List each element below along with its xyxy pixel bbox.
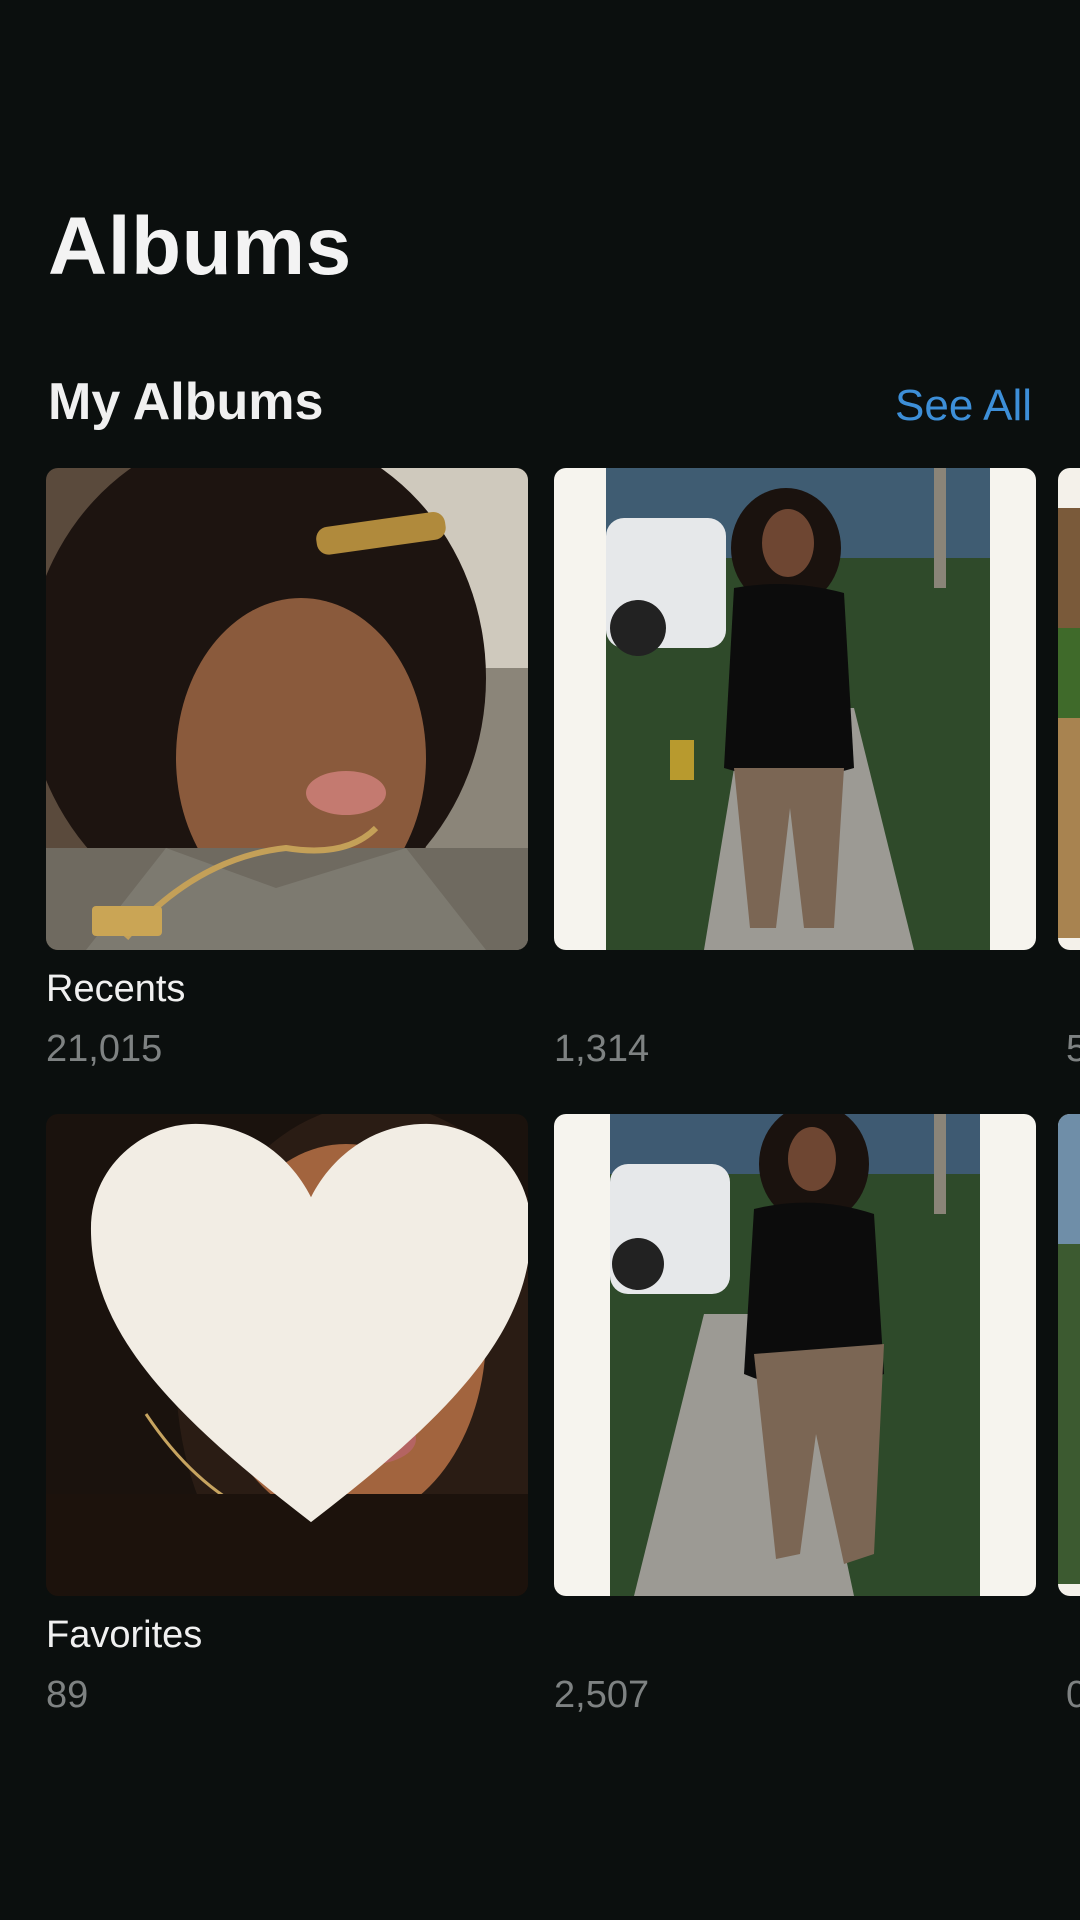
album-recents[interactable]: Recents 21,015 (46, 468, 528, 1068)
album-count-partial: 0 (1066, 1674, 1080, 1716)
food-photo (1058, 468, 1080, 950)
album-thumbnail[interactable] (46, 1114, 528, 1596)
outdoor-photo (1058, 1114, 1080, 1596)
album-count: 2,507 (554, 1674, 650, 1716)
album-thumbnail-partial[interactable] (1058, 1114, 1080, 1596)
page-title: Albums (48, 201, 352, 292)
album-name: Recents (46, 968, 186, 1010)
album-count-partial: 5 (1066, 1028, 1080, 1070)
albums-screen: Albums My Albums See All Recents 21,015 (0, 0, 1080, 1920)
album-thumbnail-partial[interactable] (1058, 468, 1080, 950)
album-thumbnail[interactable] (46, 468, 528, 950)
selfie-photo (46, 468, 528, 950)
album-favorites[interactable]: Favorites 89 (46, 1114, 528, 1714)
album-count: 21,015 (46, 1028, 163, 1070)
full-body-photo (554, 1114, 1036, 1596)
album-item[interactable]: 2,507 (554, 1114, 1036, 1714)
album-count: 89 (46, 1674, 89, 1716)
album-count: 1,314 (554, 1028, 650, 1070)
album-name: Favorites (46, 1614, 203, 1656)
album-thumbnail[interactable] (554, 468, 1036, 950)
section-title-my-albums: My Albums (48, 373, 324, 431)
heart-icon (90, 1123, 528, 1523)
album-item[interactable]: 1,314 (554, 468, 1036, 1068)
see-all-button[interactable]: See All (895, 384, 1032, 428)
full-body-photo (554, 468, 1036, 950)
album-thumbnail[interactable] (554, 1114, 1036, 1596)
